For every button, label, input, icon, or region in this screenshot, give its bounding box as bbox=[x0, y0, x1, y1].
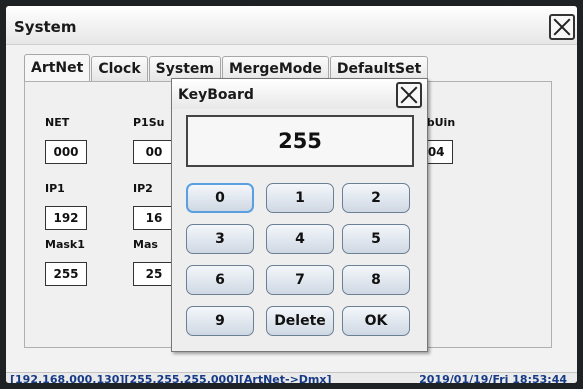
device-screen: System ArtNet Clock System MergeMode Def… bbox=[6, 6, 577, 383]
close-icon bbox=[400, 86, 418, 104]
p1sub-field[interactable]: 00 bbox=[133, 140, 175, 164]
delete-key[interactable]: Delete bbox=[266, 306, 334, 336]
key-5[interactable]: 5 bbox=[342, 224, 410, 254]
status-bar: [192.168.000.130][255.255.255.000][ArtNe… bbox=[6, 372, 577, 383]
ip1-field[interactable]: 192 bbox=[45, 206, 87, 230]
keyboard-titlebar: KeyBoard bbox=[172, 79, 427, 109]
keyboard-title: KeyBoard bbox=[178, 87, 254, 103]
key-3[interactable]: 3 bbox=[186, 224, 254, 254]
close-icon bbox=[553, 18, 571, 36]
mask2-field[interactable]: 25 bbox=[133, 262, 175, 286]
mask1-label: Mask1 bbox=[45, 238, 85, 251]
key-7[interactable]: 7 bbox=[266, 265, 334, 295]
key-1[interactable]: 1 bbox=[266, 183, 334, 213]
ok-key[interactable]: OK bbox=[342, 306, 410, 336]
mask1-field[interactable]: 255 bbox=[45, 262, 87, 286]
window-close-button[interactable] bbox=[549, 14, 575, 40]
network-status: [192.168.000.130][255.255.255.000][ArtNe… bbox=[10, 373, 332, 383]
ip2-label: IP2 bbox=[133, 182, 153, 195]
net-field[interactable]: 000 bbox=[45, 140, 87, 164]
key-0[interactable]: 0 bbox=[186, 183, 254, 213]
key-8[interactable]: 8 bbox=[342, 265, 410, 295]
tab-clock[interactable]: Clock bbox=[91, 56, 148, 81]
key-4[interactable]: 4 bbox=[266, 224, 334, 254]
key-2[interactable]: 2 bbox=[342, 183, 410, 213]
window-titlebar: System bbox=[6, 6, 577, 45]
key-9[interactable]: 9 bbox=[186, 306, 254, 336]
p1sub-label: P1Su bbox=[133, 116, 165, 129]
ip2-field[interactable]: 16 bbox=[133, 206, 175, 230]
keyboard-close-button[interactable] bbox=[396, 82, 422, 108]
keyboard-display: 255 bbox=[186, 115, 414, 167]
mask2-label: Mas bbox=[133, 238, 158, 251]
net-label: NET bbox=[45, 116, 70, 129]
ip1-label: IP1 bbox=[45, 182, 65, 195]
keyboard-dialog: KeyBoard 255 0 1 2 3 4 5 6 7 8 9 Delete … bbox=[171, 78, 428, 352]
datetime-status: 2019/01/19/Fri 18:53:44 bbox=[419, 373, 567, 383]
window-title: System bbox=[14, 18, 77, 36]
tab-artnet[interactable]: ArtNet bbox=[24, 54, 91, 81]
key-6[interactable]: 6 bbox=[186, 265, 254, 295]
